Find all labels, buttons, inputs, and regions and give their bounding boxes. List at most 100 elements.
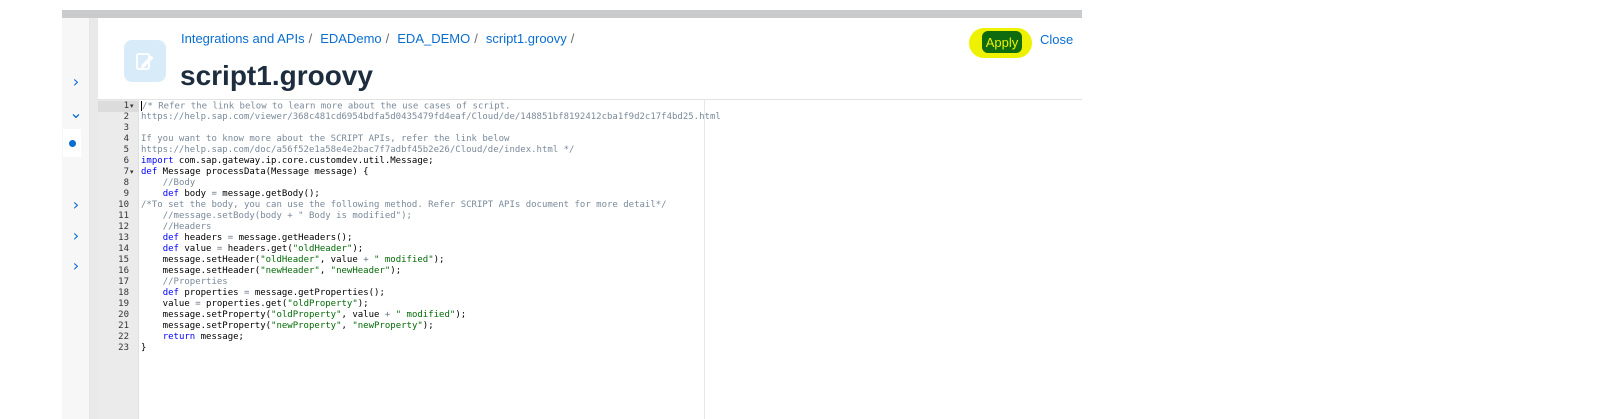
code-token: " modified" — [395, 310, 456, 320]
code-token: message.setHeader( — [141, 255, 261, 265]
code-token: //message.setBody(body + " Body is modif… — [162, 211, 412, 221]
code-line: //Body — [141, 178, 721, 189]
code-token: headers.get( — [222, 244, 293, 254]
chevron-right-icon[interactable]: › — [62, 251, 90, 279]
code-token: "newProperty" — [271, 321, 342, 331]
code-token: } — [141, 343, 147, 353]
code-token: message.setHeader( — [141, 266, 261, 276]
code-token: //Properties — [162, 277, 228, 287]
code-token: "newHeader" — [260, 266, 320, 276]
line-number: 8 — [123, 178, 129, 188]
code-line: //Headers — [141, 222, 721, 233]
line-number: 18 — [118, 288, 129, 298]
breadcrumb-link-integrations[interactable]: Integrations and APIs — [181, 31, 305, 46]
code-token: message; — [195, 332, 244, 342]
code-line: def body = message.getBody(); — [141, 189, 721, 200]
close-button[interactable]: Close — [1040, 32, 1073, 47]
code-line: message.setProperty("newProperty", "newP… — [141, 321, 721, 332]
fold-toggle-icon[interactable]: ▾ — [130, 101, 138, 112]
breadcrumb-link-script[interactable]: script1.groovy — [486, 31, 567, 46]
line-number: 5 — [123, 145, 129, 155]
breadcrumb-separator: / — [385, 31, 390, 46]
code-token: "newProperty" — [352, 321, 423, 331]
code-line: https://help.sap.com/doc/a56f52e1a58e4e2… — [141, 145, 721, 156]
code-line: message.setProperty("oldProperty", value… — [141, 310, 721, 321]
chevron-right-icon[interactable]: › — [62, 190, 90, 218]
breadcrumb-separator: / — [474, 31, 478, 46]
code-line: def value = headers.get("oldHeader"); — [141, 244, 721, 255]
code-token: value — [178, 244, 217, 254]
code-content[interactable]: /* Refer the link below to learn more ab… — [141, 101, 721, 354]
code-token: "oldProperty" — [287, 299, 358, 309]
page-title: script1.groovy — [180, 60, 373, 91]
code-line: message.setHeader("oldHeader", value + "… — [141, 255, 721, 266]
line-number: 17 — [118, 277, 129, 287]
line-number: 10 — [118, 200, 129, 210]
line-number: 11 — [118, 211, 129, 221]
line-number: 2 — [123, 112, 129, 122]
breadcrumb-link-artifact[interactable]: EDA_DEMO — [397, 31, 470, 46]
code-token: message.getProperties(); — [249, 288, 385, 298]
code-token: //Body — [162, 178, 196, 188]
code-token: def — [162, 288, 179, 298]
chevron-right-icon[interactable]: › — [62, 221, 90, 249]
chevron-right-icon[interactable]: › — [62, 67, 90, 95]
code-token: " modified" — [374, 255, 434, 265]
breadcrumb: Integrations and APIs / EDADemo / EDA_DEMO… — [181, 31, 582, 46]
fold-toggle-icon[interactable]: ▾ — [130, 167, 138, 178]
script-file-icon — [124, 40, 166, 82]
panel-divider — [90, 18, 98, 419]
line-number: 14 — [118, 244, 129, 254]
code-token: ); — [422, 321, 434, 331]
code-token: https://help.sap.com/doc/a56f52e1a58e4e2… — [141, 145, 575, 155]
code-token: def — [162, 189, 179, 199]
code-token: ); — [455, 310, 467, 320]
left-navigation-rail: › ⌄ › › › — [62, 18, 90, 419]
code-token: ); — [433, 255, 445, 265]
line-number: 22 — [118, 332, 129, 342]
code-token: headers — [178, 233, 228, 243]
window-top-bar — [62, 10, 1082, 18]
code-token: def — [141, 167, 158, 177]
chevron-down-icon[interactable]: ⌄ — [62, 98, 90, 126]
code-token: ); — [357, 299, 369, 309]
line-number: 6 — [123, 156, 129, 166]
line-number: 4 — [123, 134, 129, 144]
apply-button[interactable]: Apply — [982, 31, 1022, 53]
line-number: 15 — [118, 255, 129, 265]
code-token: //Headers — [162, 222, 212, 232]
code-token: message.getHeaders(); — [233, 233, 353, 243]
line-number: 12 — [118, 222, 129, 232]
line-number: 13 — [118, 233, 129, 243]
code-line: /* Refer the link below to learn more ab… — [141, 101, 721, 112]
rail-item-active[interactable] — [63, 129, 81, 157]
code-line: } — [141, 343, 721, 354]
code-editor[interactable]: 1 ▾ 2 3 4 5 6 7 ▾ 8 9 10 11 12 13 14 15 16 17 18 19 20 21 22 23 … — [98, 99, 1082, 419]
line-number: 16 — [118, 266, 129, 276]
code-token: /*To set the body, you can use the follo… — [141, 200, 667, 210]
code-token: def — [162, 233, 179, 243]
code-token: , value — [341, 310, 385, 320]
code-token: https://help.sap.com/viewer/368c481cd695… — [141, 112, 721, 122]
code-token: value — [141, 299, 196, 309]
code-token: , — [341, 321, 353, 331]
code-token: properties — [178, 288, 244, 298]
code-token: , value — [319, 255, 364, 265]
code-token: , — [319, 266, 331, 276]
code-token: com.sap.gateway.ip.core.customdev.util.M… — [173, 156, 434, 166]
code-token: return — [162, 332, 196, 342]
code-token: message.getBody(); — [216, 189, 320, 199]
code-token: message.setProperty( — [141, 310, 272, 320]
code-token: ); — [352, 244, 364, 254]
code-token: If you want to know more about the SCRIP… — [141, 134, 510, 144]
breadcrumb-link-package[interactable]: EDADemo — [320, 31, 381, 46]
code-line: def properties = message.getProperties()… — [141, 288, 721, 299]
